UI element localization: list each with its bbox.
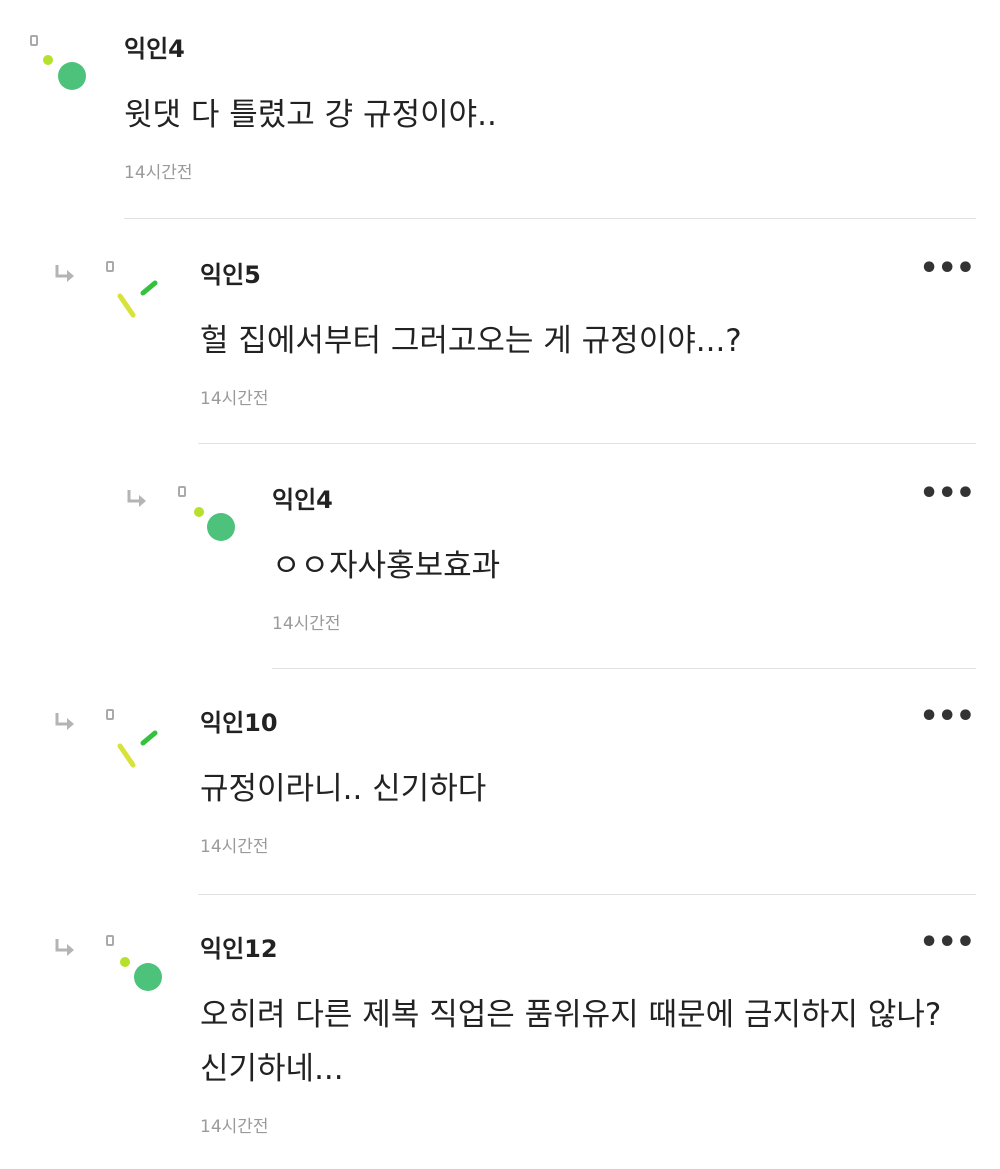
reply-arrow-icon [55, 713, 74, 730]
comment-author[interactable]: 익인12 [200, 934, 975, 964]
divider [198, 894, 976, 895]
comment-text: 오히려 다른 제복 직업은 품위유지 때문에 금지하지 않나? 신기하네... [200, 997, 942, 1087]
comment-time: 14시간전 [200, 389, 269, 409]
comment-author[interactable]: 익인4 [272, 485, 962, 515]
comment-text: 윗댓 다 틀렸고 걍 규정이야.. [124, 97, 497, 133]
comment-time: 14시간전 [200, 837, 269, 857]
comment-author[interactable]: 익인4 [124, 34, 964, 64]
comment-time: 14시간전 [272, 614, 341, 634]
divider [198, 443, 976, 444]
reply-arrow-icon [55, 939, 74, 956]
reply-arrow-icon [127, 490, 146, 507]
comment-time: 14시간전 [200, 1117, 269, 1137]
divider [124, 218, 976, 219]
more-options-icon[interactable]: ••• [919, 479, 975, 509]
dot-circle-icon[interactable] [104, 934, 164, 1004]
more-options-icon[interactable]: ••• [919, 928, 975, 958]
slash-lines-icon[interactable] [104, 708, 164, 778]
comment-text: 규정이라니.. 신기하다 [200, 771, 487, 807]
slash-lines-icon[interactable] [104, 260, 164, 330]
comment-text: 헐 집에서부터 그러고오는 게 규정이야...? [200, 323, 742, 359]
comment-text: ㅇㅇ자사홍보효과 [272, 548, 501, 584]
dot-circle-icon[interactable] [28, 34, 88, 104]
comment-time: 14시간전 [124, 163, 193, 183]
divider [272, 668, 976, 669]
dot-circle-icon[interactable] [176, 485, 236, 555]
comment-author[interactable]: 익인5 [200, 260, 960, 290]
more-options-icon[interactable]: ••• [919, 254, 975, 284]
comment-author[interactable]: 익인10 [200, 708, 960, 738]
reply-arrow-icon [55, 265, 74, 282]
more-options-icon[interactable]: ••• [919, 702, 975, 732]
